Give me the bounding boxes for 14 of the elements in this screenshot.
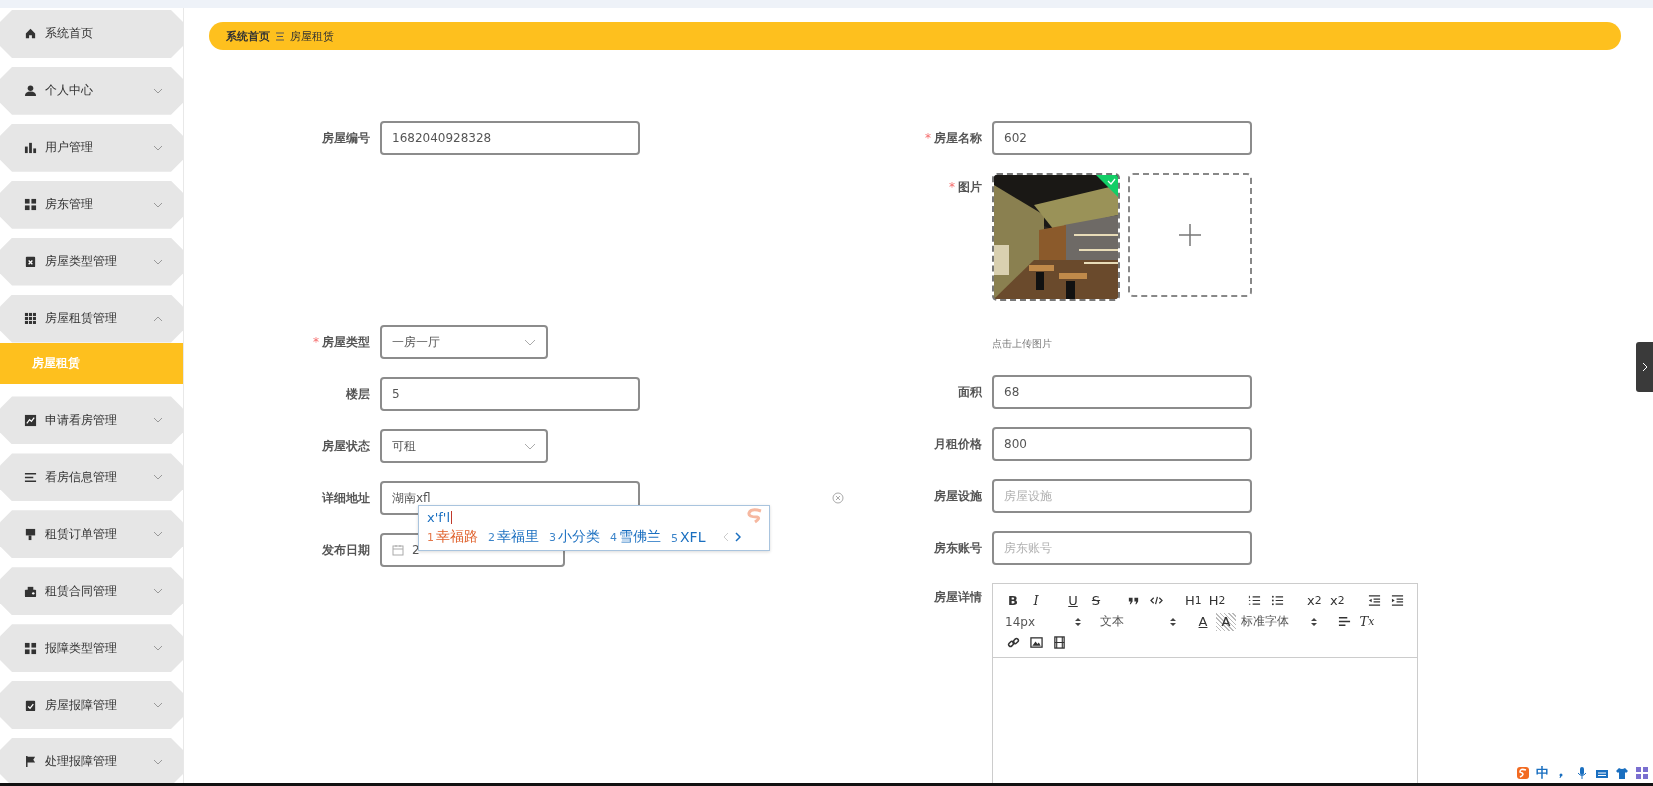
field-label: 月租价格: [933, 435, 983, 453]
field-label: 楼层: [345, 385, 371, 403]
field-label: 房屋状态: [321, 437, 371, 455]
field-label: * 房屋名称: [924, 129, 983, 147]
field-label: * 图片: [948, 179, 983, 196]
field-label: 房东账号: [933, 539, 983, 557]
field-label: 房屋设施: [933, 487, 983, 505]
field-label: 详细地址: [321, 489, 371, 507]
field-label: 发布日期: [321, 541, 371, 559]
field-label: 房屋编号: [321, 129, 371, 147]
field-label: 面积: [957, 383, 983, 401]
upload-hint: 点击上传图片: [992, 337, 1053, 351]
field-label: * 房屋类型: [312, 333, 371, 351]
field-label: 房屋详情: [933, 589, 983, 606]
